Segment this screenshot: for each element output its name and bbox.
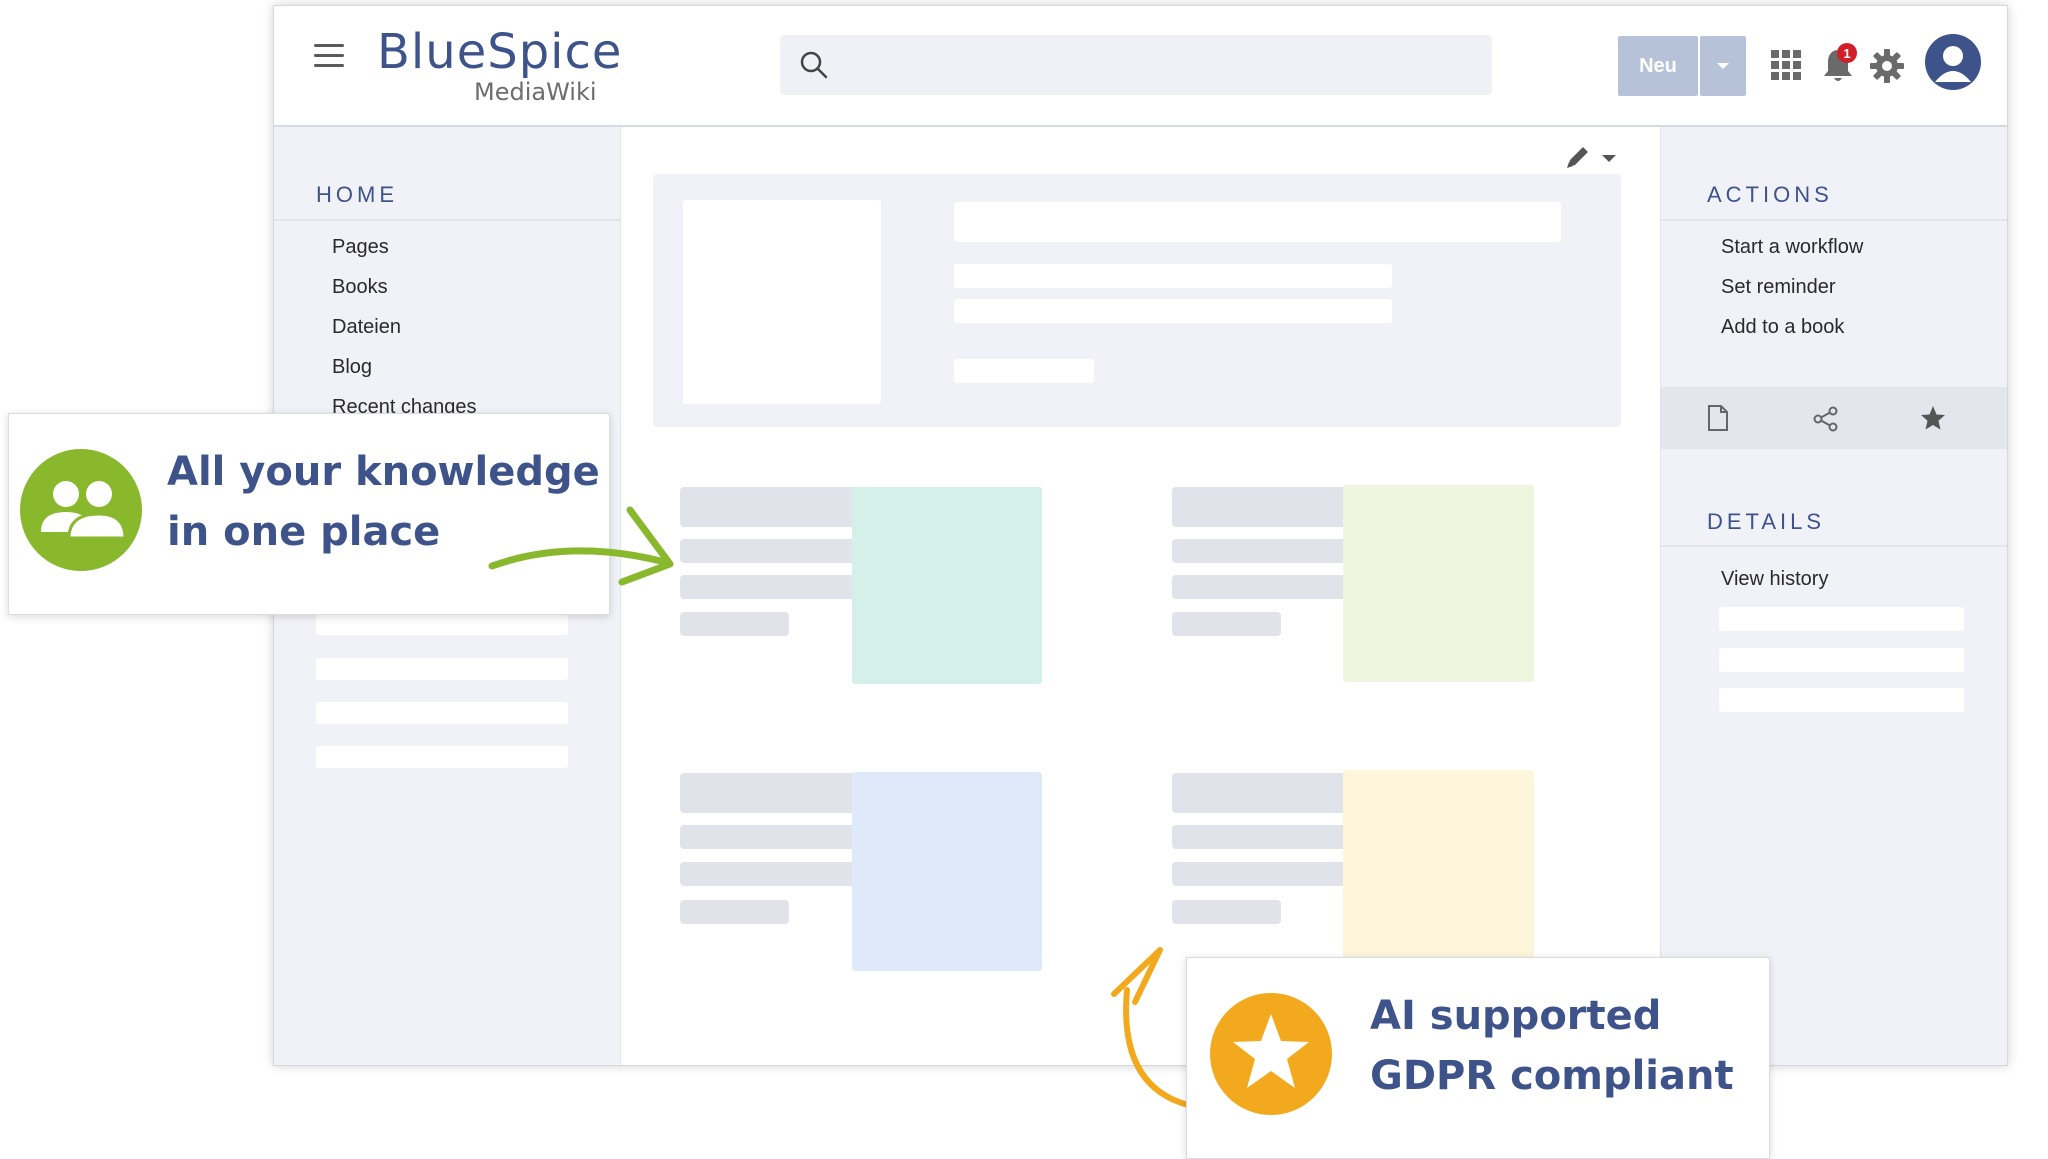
card-title-placeholder — [680, 487, 880, 527]
knowledge-callout-line2: in one place — [167, 509, 441, 555]
placeholder-bar — [1719, 688, 1964, 712]
user-icon — [1935, 46, 1971, 82]
card-line-placeholder — [1172, 539, 1371, 563]
hero-button-placeholder — [954, 359, 1094, 383]
card-line-placeholder — [680, 862, 880, 886]
card-line-placeholder — [680, 825, 880, 849]
action-add-to-book[interactable]: Add to a book — [1721, 316, 1844, 339]
detail-view-history[interactable]: View history — [1721, 568, 1828, 591]
notification-badge: 1 — [1837, 43, 1857, 63]
placeholder-bar — [316, 658, 568, 680]
logo-bluespice[interactable]: BlueSpice — [377, 24, 622, 80]
action-set-reminder[interactable]: Set reminder — [1721, 276, 1836, 299]
card-title-placeholder — [1172, 773, 1371, 813]
new-button[interactable]: Neu — [1618, 36, 1698, 96]
sidebar-item-pages[interactable]: Pages — [332, 236, 389, 259]
placeholder-bar — [316, 613, 568, 635]
sidebar-home-title: HOME — [316, 182, 398, 207]
arrow-up-icon — [1111, 947, 1200, 1110]
hamburger-menu-icon[interactable] — [314, 44, 344, 68]
details-title: DETAILS — [1707, 509, 1826, 534]
hero-title-placeholder — [954, 202, 1561, 242]
hero-line-placeholder — [954, 264, 1392, 288]
placeholder-bar — [1719, 607, 1964, 631]
placeholder-bar — [1719, 648, 1964, 672]
card-line-placeholder — [1172, 612, 1281, 636]
ai-callout: AI supported GDPR compliant — [1186, 957, 1770, 1159]
new-dropdown-button[interactable] — [1700, 36, 1746, 96]
card-line-placeholder — [1172, 862, 1371, 886]
top-bar: BlueSpice MediaWiki Neu 1 — [274, 6, 2007, 127]
hero-image-placeholder — [683, 200, 881, 404]
star-icon[interactable] — [1920, 405, 1946, 431]
share-icon[interactable] — [1813, 406, 1839, 432]
card-title-placeholder — [680, 773, 880, 813]
card-line-placeholder — [1172, 575, 1371, 599]
card-line-placeholder — [680, 612, 789, 636]
sidebar-item-books[interactable]: Books — [332, 276, 388, 299]
card-line-placeholder — [1172, 825, 1371, 849]
divider — [1661, 545, 2007, 547]
card-line-placeholder — [1172, 900, 1281, 924]
card-image-yellow[interactable] — [1343, 770, 1534, 970]
divider — [274, 219, 620, 221]
card-image-lime[interactable] — [1343, 485, 1534, 682]
card-line-placeholder — [680, 900, 789, 924]
sidebar-item-blog[interactable]: Blog — [332, 356, 372, 379]
search-input[interactable] — [780, 35, 1492, 95]
page-tools-bar — [1661, 387, 2007, 449]
knowledge-callout-line1: All your knowledge — [167, 449, 600, 495]
ai-callout-line2: GDPR compliant — [1370, 1053, 1734, 1099]
placeholder-bar — [316, 702, 568, 724]
hero-line-placeholder — [954, 299, 1392, 323]
card-line-placeholder — [680, 539, 880, 563]
page-icon[interactable] — [1707, 404, 1729, 432]
user-avatar[interactable] — [1925, 34, 1981, 90]
actions-title: ACTIONS — [1707, 182, 1833, 207]
card-title-placeholder — [1172, 487, 1371, 527]
placeholder-bar — [316, 746, 568, 768]
ai-callout-line1: AI supported — [1370, 993, 1662, 1039]
right-sidebar: ACTIONS Start a workflow Set reminder Ad… — [1660, 127, 2007, 1065]
star-badge-icon — [1210, 993, 1332, 1115]
search-icon — [800, 51, 828, 79]
apps-grid-icon[interactable] — [1771, 50, 1801, 80]
arrow-right-icon — [488, 506, 674, 586]
edit-menu-chevron-down-icon[interactable] — [1602, 155, 1616, 162]
card-image-teal[interactable] — [852, 487, 1042, 684]
sidebar-item-dateien[interactable]: Dateien — [332, 316, 401, 339]
action-start-workflow[interactable]: Start a workflow — [1721, 236, 1863, 259]
card-image-blue[interactable] — [852, 772, 1042, 971]
hero-card — [653, 174, 1621, 427]
logo-mediawiki: MediaWiki — [474, 78, 597, 106]
edit-pencil-icon[interactable] — [1564, 143, 1592, 171]
gear-icon[interactable] — [1869, 48, 1905, 84]
main-content — [621, 127, 1660, 1065]
divider — [1661, 219, 2007, 221]
users-icon — [20, 449, 142, 571]
card-line-placeholder — [680, 575, 880, 599]
